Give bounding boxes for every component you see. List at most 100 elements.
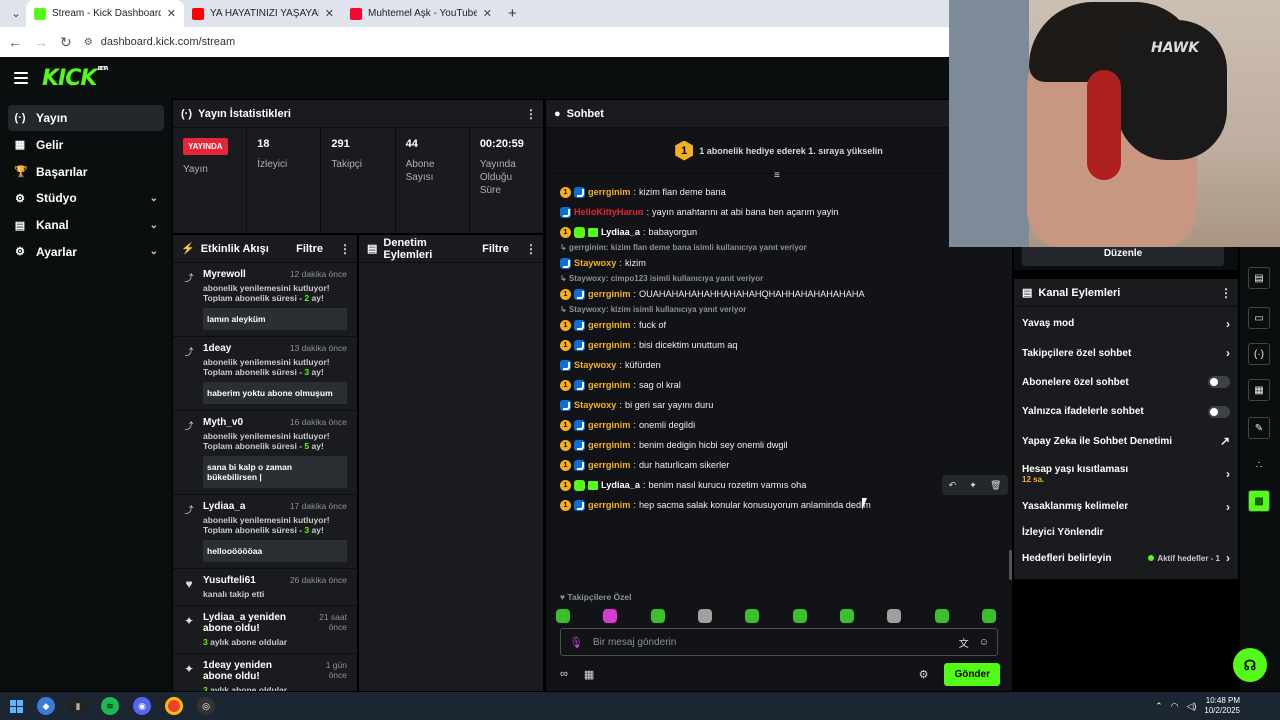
wifi-icon[interactable]: ◠ — [1171, 701, 1179, 712]
chat-username[interactable]: gerrginim — [588, 500, 630, 510]
discord-icon[interactable]: ◉ — [133, 697, 151, 715]
emote-icon[interactable] — [981, 609, 996, 623]
chat-username[interactable]: gerrginim — [588, 340, 630, 350]
more-icon[interactable]: ⋮ — [1220, 286, 1232, 300]
close-icon[interactable]: ✕ — [167, 7, 176, 20]
chat-message[interactable]: 1 gerrginim: sag ol kral — [560, 375, 1012, 395]
browser-tab[interactable]: Stream - Kick Dashboard ✕ — [26, 0, 184, 27]
chat-message[interactable]: 1 gerrginim: bisi dicektim unuttum aq — [560, 335, 1012, 355]
chat-scrollbar[interactable] — [1009, 550, 1012, 580]
speaker-icon[interactable]: ◁) — [1186, 701, 1196, 712]
chat-bubble-icon[interactable]: ▭ — [1248, 307, 1270, 329]
goals-row[interactable]: Hedefleri belirleyin Aktif hedefler - 1 … — [1014, 543, 1238, 572]
chrome-icon[interactable] — [165, 697, 183, 715]
windows-start-icon[interactable] — [10, 699, 23, 713]
more-icon[interactable]: ⋮ — [525, 107, 537, 121]
chat-username[interactable]: gerrginim — [588, 320, 630, 330]
activity-title[interactable]: Lydiaa_a yeniden abone oldu! — [203, 612, 303, 634]
mic-icon[interactable]: 🎙 — [569, 636, 583, 649]
chat-message[interactable]: Staywoxy: bi geri sar yayını duru — [560, 395, 1012, 415]
chat-message[interactable]: HelloKittyHarun: yayın anahtarını at abi … — [560, 202, 1012, 222]
moderation-filter-button[interactable]: Filtre — [482, 243, 509, 255]
tray-arrow-icon[interactable]: ⌃ — [1155, 701, 1163, 712]
forward-icon[interactable]: → — [34, 34, 48, 50]
obs-icon[interactable]: ◎ — [197, 697, 215, 715]
chat-username[interactable]: gerrginim — [588, 440, 630, 450]
chat-message[interactable]: 1 gerrginim: fuck of — [560, 315, 1012, 335]
chat-username[interactable]: Staywoxy — [574, 400, 616, 410]
emote-icon[interactable] — [650, 609, 665, 623]
chat-username[interactable]: gerrginim — [588, 187, 630, 197]
more-icon[interactable]: ⋮ — [339, 242, 351, 256]
chat-username[interactable]: gerrginim — [588, 420, 630, 430]
clock[interactable]: 10:48 PM 10/2/2025 — [1204, 696, 1240, 716]
sidebar-item-5[interactable]: ▤ Kanal ⌄ — [8, 212, 164, 238]
activity-filter-button[interactable]: Filtre — [296, 243, 323, 255]
chat-settings-icon[interactable]: ⚙ — [919, 668, 929, 681]
activity-username[interactable]: Yusufteli61 — [203, 575, 256, 586]
reply-icon[interactable]: ↶ — [949, 480, 957, 491]
send-button[interactable]: Gönder — [944, 662, 1000, 686]
kick-logo[interactable]: KICKBETA — [42, 66, 109, 91]
chat-message[interactable]: Staywoxy: kizim — [560, 253, 1012, 273]
banned-words-row[interactable]: Yasaklanmış kelimeler › — [1014, 492, 1238, 521]
activity-username[interactable]: Lydiaa_a — [203, 501, 245, 512]
channel-action-row[interactable]: Yapay Zeka ile Sohbet Denetimi ↗ — [1014, 427, 1238, 456]
browser-tab[interactable]: Muhtemel Aşk - YouTube Music ✕ — [342, 0, 500, 27]
external-link-icon[interactable]: ↗ — [1220, 434, 1230, 448]
chat-username[interactable]: Lydiaa_a — [601, 480, 640, 490]
browser-tab[interactable]: YA HAYATINIZI YAŞAYAN BAŞKA ✕ — [184, 0, 342, 27]
activity-username[interactable]: Myrewoll — [203, 269, 246, 280]
reload-icon[interactable]: ↻ — [60, 34, 72, 51]
channel-action-row[interactable]: Yalnızca ifadelerle sohbet — [1014, 397, 1238, 426]
chat-username[interactable]: gerrginim — [588, 380, 630, 390]
share-icon[interactable]: ∴ — [1248, 454, 1270, 476]
new-tab-button[interactable]: + — [508, 5, 517, 22]
sidebar-item-1[interactable]: (·) Yayın — [8, 105, 164, 131]
chat-username[interactable]: gerrginim — [588, 460, 630, 470]
channel-action-row[interactable]: Yavaş mod › — [1014, 309, 1238, 338]
collapse-icon[interactable]: ≡ — [774, 170, 780, 181]
emote-icon[interactable] — [556, 609, 570, 623]
back-icon[interactable]: ← — [8, 34, 22, 50]
viewer-redirect-row[interactable]: İzleyici Yönlendir — [1014, 521, 1238, 543]
layout-icon[interactable]: ▦ — [1248, 379, 1270, 401]
chat-placeholder[interactable]: Bir mesaj gönderin — [593, 637, 676, 648]
activity-title[interactable]: 1deay yeniden abone oldu! — [203, 660, 303, 682]
menu-icon[interactable] — [14, 72, 28, 84]
chat-message[interactable]: 1 gerrginim: benim dedigin hicbi sey oneml… — [560, 435, 1012, 455]
sidebar-item-3[interactable]: 🏆 Başarılar — [8, 159, 164, 185]
sidebar-item-2[interactable]: ▦ Gelir — [8, 132, 164, 158]
pinned-banner[interactable]: 1 1 abonelik hediye ederek 1. sıraya yük… — [546, 128, 1012, 174]
support-headset-icon[interactable]: ☊ — [1233, 648, 1267, 682]
sidebar-item-6[interactable]: ⚙ Ayarlar ⌄ — [8, 239, 164, 265]
app-icon[interactable]: ◆ — [37, 697, 55, 715]
emote-icon[interactable] — [887, 609, 902, 623]
emote-icon[interactable] — [745, 609, 760, 623]
chat-message[interactable]: 1 gerrginim: onemli degildi — [560, 415, 1012, 435]
spotify-icon[interactable]: ≋ — [101, 697, 119, 715]
emote-icon[interactable] — [792, 609, 807, 623]
broadcast-icon[interactable]: (·) — [1248, 343, 1270, 365]
chat-username[interactable]: Staywoxy — [574, 258, 616, 268]
chat-message[interactable]: 1 gerrginim: kizim flan deme bana — [560, 182, 1012, 202]
emote-icon[interactable] — [839, 609, 854, 623]
chat-input[interactable]: 🎙 Bir mesaj gönderin 文 ☺ — [560, 628, 998, 656]
close-icon[interactable]: ✕ — [483, 7, 492, 20]
site-info-icon[interactable]: ⚙ — [84, 37, 93, 48]
chat-username[interactable]: HelloKittyHarun — [574, 207, 643, 217]
notes-icon[interactable]: ▤ — [1248, 267, 1270, 289]
sidebar-item-4[interactable]: ⚙ Stüdyo ⌄ — [8, 185, 164, 211]
close-icon[interactable]: ✕ — [325, 7, 334, 20]
toggle-switch[interactable] — [1208, 405, 1230, 418]
chat-username[interactable]: Staywoxy — [574, 360, 616, 370]
tab-list-icon[interactable]: ⌄ — [6, 4, 26, 24]
pin-icon[interactable]: ✦ — [969, 480, 977, 491]
chat-message[interactable]: 1 Lydiaa_a: babayorgun — [560, 222, 1012, 242]
emote-icon[interactable] — [603, 609, 618, 623]
chat-username[interactable]: Lydiaa_a — [601, 227, 640, 237]
store-icon[interactable]: ▦ — [584, 668, 594, 681]
account-age-row[interactable]: Hesap yaşı kısıtlaması 12 sa. › — [1014, 456, 1238, 492]
translate-icon[interactable]: 文 — [959, 635, 969, 650]
activity-username[interactable]: Myth_v0 — [203, 417, 243, 428]
